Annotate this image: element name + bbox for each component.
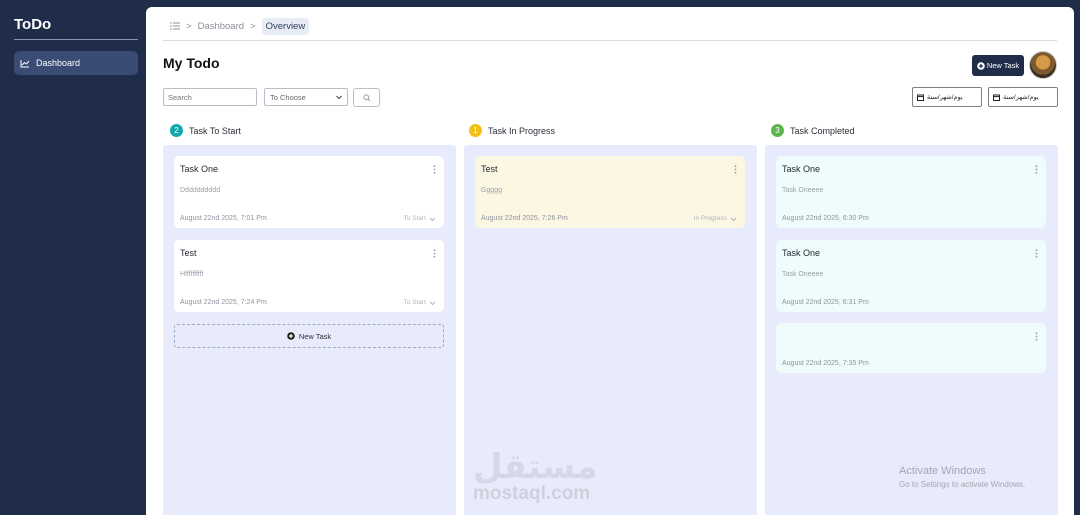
column-header-in-progress: 1 Task In Progress: [469, 124, 555, 137]
chevron-down-icon: [730, 217, 737, 221]
main-panel: > Dashboard > Overview My Todo New Task …: [146, 7, 1074, 515]
task-status: To Start: [403, 299, 426, 306]
column-header-to-start: 2 Task To Start: [170, 124, 241, 137]
task-status-dropdown[interactable]: To Start: [404, 299, 436, 306]
count-badge: 2: [170, 124, 183, 137]
date-from-field[interactable]: يوم/شهر/سنة: [912, 87, 982, 107]
task-title: Test: [481, 164, 498, 174]
more-vertical-icon[interactable]: [734, 165, 737, 174]
breadcrumb-separator: >: [186, 20, 192, 32]
chart-line-icon: [20, 59, 30, 67]
task-date: August 22nd 2025, 6:31 Pm: [782, 299, 869, 306]
activation-title: Activate Windows: [899, 465, 986, 477]
chevron-down-icon: [429, 217, 436, 221]
more-vertical-icon[interactable]: [1035, 249, 1038, 258]
watermark-latin: mostaql.com: [473, 483, 591, 504]
task-description: Hffffffffff: [180, 271, 204, 278]
status-select[interactable]: To Choose: [264, 88, 348, 106]
add-task-label: New Task: [298, 331, 332, 341]
search-input[interactable]: [163, 88, 257, 106]
plus-circle-icon: [287, 332, 295, 340]
column-to-start: Task One Dddddddddd August 22nd 2025, 7:…: [163, 145, 456, 515]
task-title: Task One: [782, 164, 821, 174]
task-description: Ggggg: [481, 187, 503, 194]
more-vertical-icon[interactable]: [1035, 332, 1038, 341]
list-icon[interactable]: [170, 22, 180, 30]
task-title: Test: [180, 248, 197, 258]
task-date: August 22nd 2025, 7:26 Pm: [481, 215, 568, 222]
column-title: Task To Start: [189, 125, 241, 136]
task-description: Dddddddddd: [180, 187, 221, 194]
more-vertical-icon[interactable]: [433, 165, 436, 174]
task-date: August 22nd 2025, 7:01 Pm: [180, 215, 267, 222]
more-vertical-icon[interactable]: [433, 249, 436, 258]
task-card[interactable]: August 22nd 2025, 7:35 Pm: [776, 323, 1046, 373]
task-title: Task One: [180, 164, 219, 174]
chevron-down-icon: [336, 95, 342, 100]
header-divider: [163, 40, 1057, 41]
breadcrumb-separator: >: [250, 20, 256, 32]
date-to-value: يوم/شهر/سنة: [1003, 94, 1039, 101]
column-completed: Task One Task Oneeee August 22nd 2025, 6…: [765, 145, 1058, 515]
search-icon: [362, 93, 371, 102]
date-to-field[interactable]: يوم/شهر/سنة: [988, 87, 1058, 107]
task-card[interactable]: Task One Task Oneeee August 22nd 2025, 6…: [776, 156, 1046, 228]
task-description: Task Oneeee: [782, 271, 824, 278]
select-value: To Choose: [270, 92, 306, 102]
sidebar: ToDo Dashboard: [0, 0, 146, 515]
search-button[interactable]: [353, 88, 380, 107]
task-date: August 22nd 2025, 7:24 Pm: [180, 299, 267, 306]
breadcrumb-item-dashboard[interactable]: Dashboard: [198, 21, 244, 32]
sidebar-item-label: Dashboard: [36, 58, 81, 68]
breadcrumb-item-overview[interactable]: Overview: [261, 17, 310, 35]
task-status: To Start: [403, 215, 426, 222]
task-card[interactable]: Test Hffffffffff August 22nd 2025, 7:24 …: [174, 240, 444, 312]
column-header-completed: 3 Task Completed: [771, 124, 855, 137]
task-card[interactable]: Task One Task Oneeee August 22nd 2025, 6…: [776, 240, 1046, 312]
date-from-value: يوم/شهر/سنة: [927, 94, 963, 101]
task-date: August 22nd 2025, 7:35 Pm: [782, 360, 869, 367]
calendar-icon: [993, 94, 1000, 101]
count-badge: 1: [469, 124, 482, 137]
chevron-down-icon: [429, 301, 436, 305]
task-card[interactable]: Test Ggggg August 22nd 2025, 7:26 Pm In …: [475, 156, 745, 228]
watermark-arabic: مستقل: [473, 448, 598, 486]
more-vertical-icon[interactable]: [1035, 165, 1038, 174]
column-title: Task In Progress: [488, 125, 556, 136]
task-status: In Progress: [693, 215, 727, 222]
new-task-button[interactable]: New Task: [972, 55, 1024, 76]
calendar-icon: [917, 94, 924, 101]
breadcrumb: > Dashboard > Overview: [170, 17, 310, 35]
activation-subtitle: Go to Settings to activate Windows.: [899, 480, 1026, 489]
task-date: August 22nd 2025, 6:30 Pm: [782, 215, 869, 222]
task-card[interactable]: Task One Dddddddddd August 22nd 2025, 7:…: [174, 156, 444, 228]
task-description: Task Oneeee: [782, 187, 824, 194]
plus-circle-icon: [977, 61, 985, 70]
brand-logo: ToDo: [14, 16, 52, 33]
task-status-dropdown[interactable]: To Start: [404, 215, 436, 222]
page-title: My Todo: [163, 55, 220, 71]
count-badge: 3: [771, 124, 784, 137]
column-title: Task Completed: [790, 125, 855, 136]
brand-divider: [14, 39, 138, 40]
avatar[interactable]: [1029, 51, 1057, 79]
add-task-button[interactable]: New Task: [174, 324, 444, 348]
task-title: Task One: [782, 248, 821, 258]
task-status-dropdown[interactable]: In Progress: [694, 215, 737, 222]
sidebar-item-dashboard[interactable]: Dashboard: [14, 51, 138, 75]
new-task-label: New Task: [986, 61, 1020, 70]
